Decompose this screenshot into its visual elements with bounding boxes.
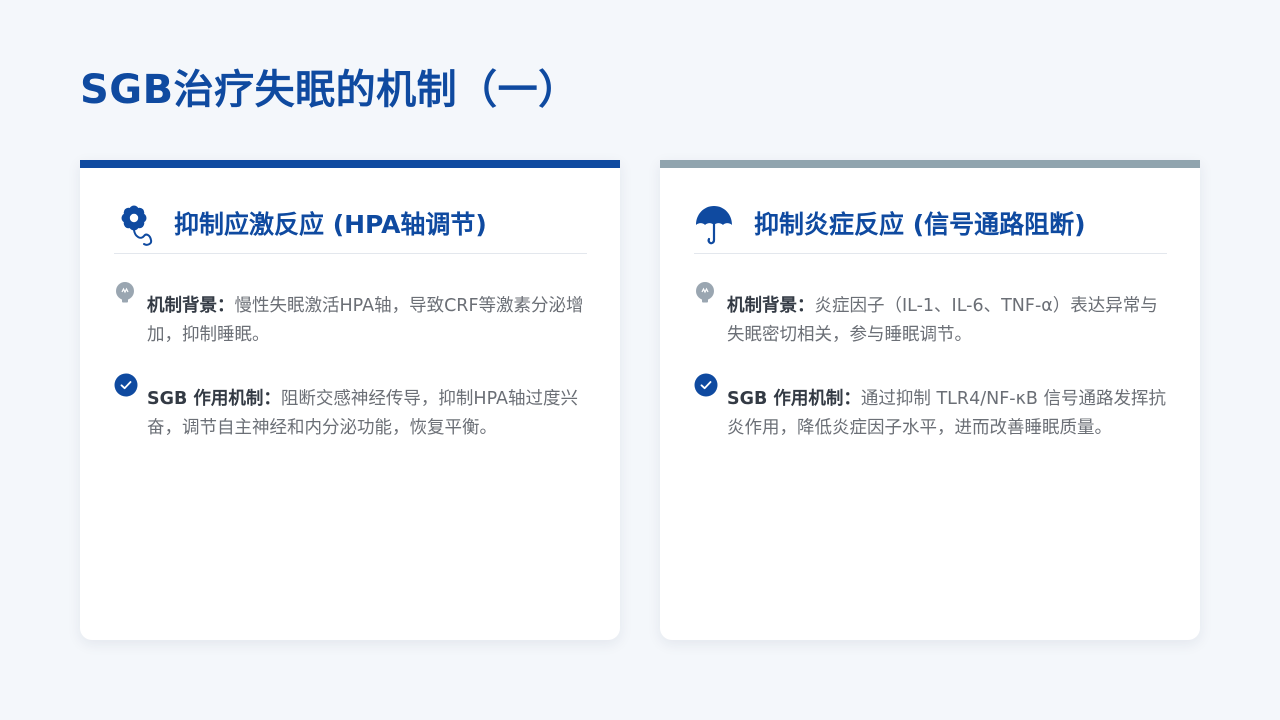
lightbulb-icon bbox=[696, 282, 714, 303]
flower-icon bbox=[121, 205, 153, 246]
inflammation-card: 抑制炎症反应 (信号通路阻断) 机制背景：炎症因子（IL-1、IL-6、TNF-… bbox=[660, 160, 1200, 640]
slide-title: SGB治疗失眠的机制（一） bbox=[80, 67, 579, 113]
item-text: 机制背景：慢性失眠激活HPA轴，导致CRF等激素分泌增加，抑制睡眠。 bbox=[147, 292, 594, 350]
hpa-card: 抑制应激反应 (HPA轴调节) 机制背景：慢性失眠激活HPA轴，导致CRF等激素… bbox=[80, 160, 620, 640]
item-label: SGB 作用机制： bbox=[727, 389, 861, 409]
item-text: 机制背景：炎症因子（IL-1、IL-6、TNF-α）表达异常与失眠密切相关，参与… bbox=[727, 292, 1174, 350]
card-title: 抑制炎症反应 (信号通路阻断) bbox=[754, 210, 1086, 239]
item-text: SGB 作用机制：阻断交感神经传导，抑制HPA轴过度兴奋，调节自主神经和内分泌功… bbox=[147, 385, 594, 443]
item-label: SGB 作用机制： bbox=[147, 389, 281, 409]
card-header: 抑制应激反应 (HPA轴调节) bbox=[114, 200, 587, 254]
lightbulb-icon bbox=[116, 282, 134, 303]
check-circle-icon bbox=[114, 373, 138, 397]
card-header: 抑制炎症反应 (信号通路阻断) bbox=[694, 200, 1167, 254]
card-title: 抑制应激反应 (HPA轴调节) bbox=[174, 210, 487, 239]
card-accent-bar bbox=[80, 160, 620, 168]
check-circle-icon bbox=[694, 373, 718, 397]
umbrella-icon bbox=[696, 206, 732, 245]
item-label: 机制背景： bbox=[727, 296, 815, 316]
card-accent-bar bbox=[660, 160, 1200, 168]
item-text: SGB 作用机制：通过抑制 TLR4/NF-κB 信号通路发挥抗炎作用，降低炎症… bbox=[727, 385, 1174, 443]
item-label: 机制背景： bbox=[147, 296, 235, 316]
